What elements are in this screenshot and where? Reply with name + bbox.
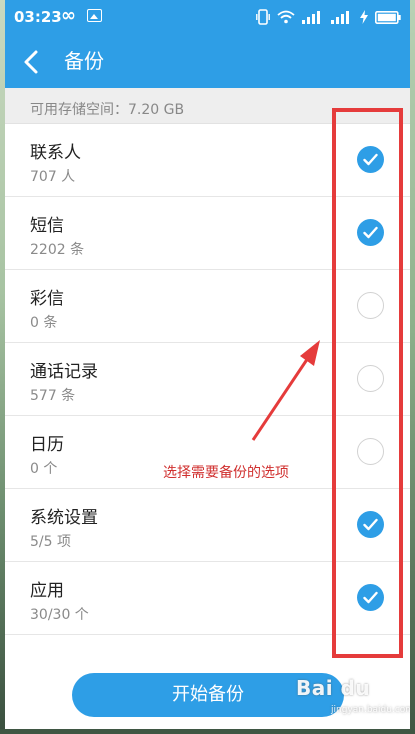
- screen: 03:23 ∞ 备份 可用存储空间：7.20 GB 联系人 707 人 短信 2…: [0, 0, 415, 734]
- status-bar: 03:23 ∞: [0, 0, 415, 36]
- list-item-system-settings[interactable]: 系统设置 5/5 项: [0, 489, 415, 562]
- item-subtitle: 0 个: [30, 461, 58, 477]
- status-icons: [256, 6, 401, 28]
- frame-edge-bottom: [0, 729, 415, 734]
- loop-icon: ∞: [61, 5, 76, 26]
- list-item-contacts[interactable]: 联系人 707 人: [0, 124, 415, 197]
- app-bar: 备份: [0, 36, 415, 88]
- checkbox-unchecked[interactable]: [357, 365, 384, 392]
- watermark-url: jingyan.baidu.com: [331, 705, 415, 715]
- item-subtitle: 707 人: [30, 169, 76, 185]
- battery-icon: [375, 10, 401, 24]
- storage-header: 可用存储空间：7.20 GB: [0, 88, 415, 124]
- signal-icon: [302, 11, 320, 24]
- item-subtitle: 5/5 项: [30, 534, 71, 550]
- vibrate-icon: [256, 9, 270, 25]
- checkmark-icon: [363, 153, 378, 166]
- charging-icon: [360, 10, 368, 24]
- item-title: 日历: [30, 435, 64, 455]
- item-subtitle: 30/30 个: [30, 607, 89, 623]
- item-title: 通话记录: [30, 362, 98, 382]
- storage-available-text: 可用存储空间：7.20 GB: [30, 102, 185, 118]
- signal-icon-2: [331, 11, 349, 24]
- frame-edge-left: [0, 0, 5, 734]
- list-item-call-log[interactable]: 通话记录 577 条: [0, 343, 415, 416]
- item-title: 短信: [30, 216, 64, 236]
- item-title: 系统设置: [30, 508, 98, 528]
- item-title: 彩信: [30, 289, 64, 309]
- checkbox-unchecked[interactable]: [357, 292, 384, 319]
- item-subtitle: 2202 条: [30, 242, 85, 258]
- status-time: 03:23: [14, 8, 62, 26]
- back-arrow-icon: [24, 50, 38, 74]
- annotation-text: 选择需要备份的选项: [163, 465, 289, 481]
- gallery-icon: [87, 9, 102, 22]
- checkmark-icon: [363, 518, 378, 531]
- checkbox-checked[interactable]: [357, 584, 384, 611]
- checkmark-icon: [363, 591, 378, 604]
- back-button[interactable]: [18, 46, 48, 78]
- list-item-mms[interactable]: 彩信 0 条: [0, 270, 415, 343]
- checkbox-unchecked[interactable]: [357, 438, 384, 465]
- item-subtitle: 0 条: [30, 315, 58, 331]
- checkbox-checked[interactable]: [357, 219, 384, 246]
- checkbox-checked[interactable]: [357, 511, 384, 538]
- wifi-icon: [277, 10, 295, 24]
- item-subtitle: 577 条: [30, 388, 76, 404]
- list-item-apps[interactable]: 应用 30/30 个: [0, 562, 415, 635]
- item-title: 联系人: [30, 143, 81, 163]
- page-title: 备份: [64, 49, 104, 73]
- item-title: 应用: [30, 581, 64, 601]
- list-item-sms[interactable]: 短信 2202 条: [0, 197, 415, 270]
- frame-edge-right: [410, 0, 415, 734]
- baidu-watermark: Bai du: [296, 676, 371, 700]
- checkmark-icon: [363, 226, 378, 239]
- checkbox-checked[interactable]: [357, 146, 384, 173]
